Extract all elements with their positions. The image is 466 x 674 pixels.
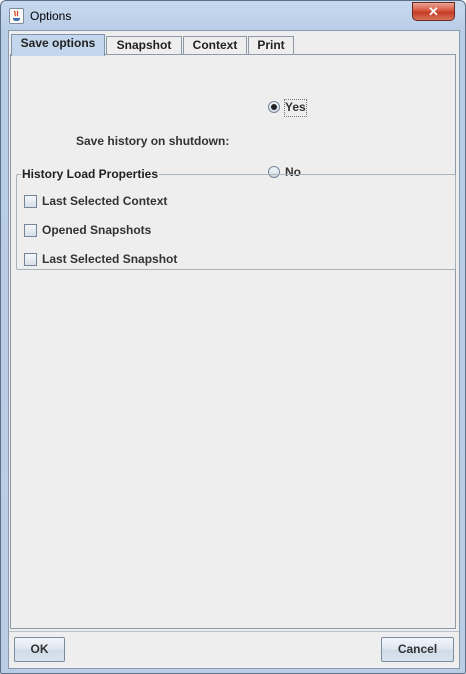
java-app-icon [9,8,24,24]
tab-snapshot[interactable]: Snapshot [106,36,182,55]
close-button[interactable]: ✕ [412,2,455,21]
yes-radio-indicator[interactable] [268,101,280,113]
checkbox-indicator[interactable] [24,195,37,208]
group-title: History Load Properties [21,167,160,181]
last-selected-snapshot-checkbox[interactable]: Last Selected Snapshot [24,252,194,268]
close-icon: ✕ [428,4,439,19]
last-selected-context-checkbox[interactable]: Last Selected Context [24,194,184,210]
save-history-yes-radio[interactable]: Yes [268,98,310,117]
checkbox-label: Last Selected Context [42,194,168,208]
ok-button[interactable]: OK [14,637,65,662]
options-dialog: Options ✕ Save options Snapshot Context … [0,0,466,674]
title-bar[interactable]: Options ✕ [1,1,465,31]
dialog-content: Save options Snapshot Context Print Yes … [8,30,460,669]
opened-snapshots-checkbox[interactable]: Opened Snapshots [24,223,184,239]
tab-print[interactable]: Print [248,36,294,55]
button-bar: OK Cancel [9,631,459,669]
window-title: Options [30,9,72,23]
history-load-properties-group: History Load Properties Last Selected Co… [16,167,456,270]
checkbox-indicator[interactable] [24,253,37,266]
tab-save-options[interactable]: Save options [11,34,105,56]
save-history-label: Save history on shutdown: [76,134,230,148]
checkbox-indicator[interactable] [24,224,37,237]
save-options-panel: Yes Save history on shutdown: No History… [10,54,456,629]
checkbox-label: Opened Snapshots [42,223,152,237]
cancel-button[interactable]: Cancel [381,637,454,662]
tab-context[interactable]: Context [183,36,247,55]
checkbox-label: Last Selected Snapshot [42,252,178,266]
yes-label: Yes [285,100,306,114]
